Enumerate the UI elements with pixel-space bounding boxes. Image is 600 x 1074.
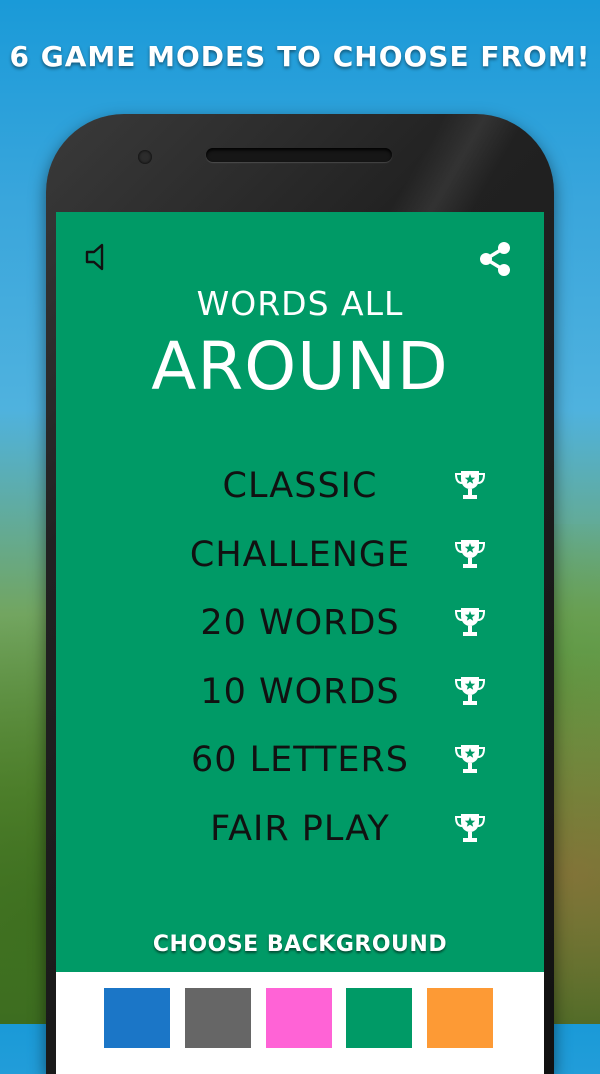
game-mode-list: CLASSIC CHALLENGE 20 WORDS 10 WORDS 60 LETTE… — [56, 460, 544, 871]
background-color-swatch[interactable] — [427, 988, 493, 1048]
app-title-line2: AROUND — [151, 328, 449, 405]
app-title-line1: WORDS ALL — [196, 284, 404, 323]
trophy-icon[interactable] — [453, 742, 487, 776]
game-mode-item[interactable]: FAIR PLAY — [56, 803, 544, 872]
trophy-icon[interactable] — [453, 811, 487, 845]
background-color-picker — [56, 972, 544, 1074]
earpiece-speaker — [206, 148, 392, 162]
phone-frame: WORDS ALL AROUND CLASSIC CHALLENGE 20 WORD… — [46, 114, 554, 1074]
app-screen: WORDS ALL AROUND CLASSIC CHALLENGE 20 WORD… — [56, 212, 544, 1074]
trophy-icon[interactable] — [453, 537, 487, 571]
trophy-icon[interactable] — [453, 674, 487, 708]
game-mode-item[interactable]: 60 LETTERS — [56, 734, 544, 803]
trophy-icon[interactable] — [453, 605, 487, 639]
speaker-icon — [85, 243, 104, 271]
front-camera — [138, 150, 152, 164]
background-color-swatch[interactable] — [266, 988, 332, 1048]
background-color-swatch[interactable] — [185, 988, 251, 1048]
trophy-icon[interactable] — [453, 468, 487, 502]
background-color-swatch[interactable] — [104, 988, 170, 1048]
choose-background-label: CHOOSE BACKGROUND — [152, 932, 448, 957]
sound-toggle-button[interactable] — [84, 240, 110, 274]
promo-headline: 6 GAME MODES TO CHOOSE FROM! — [9, 40, 591, 73]
game-mode-item[interactable]: CLASSIC — [56, 460, 544, 529]
game-mode-item[interactable]: CHALLENGE — [56, 529, 544, 598]
game-mode-item[interactable]: 10 WORDS — [56, 666, 544, 735]
game-mode-item[interactable]: 20 WORDS — [56, 597, 544, 666]
share-icon — [480, 242, 510, 276]
background-color-swatch[interactable] — [346, 988, 412, 1048]
share-button[interactable] — [476, 240, 514, 278]
